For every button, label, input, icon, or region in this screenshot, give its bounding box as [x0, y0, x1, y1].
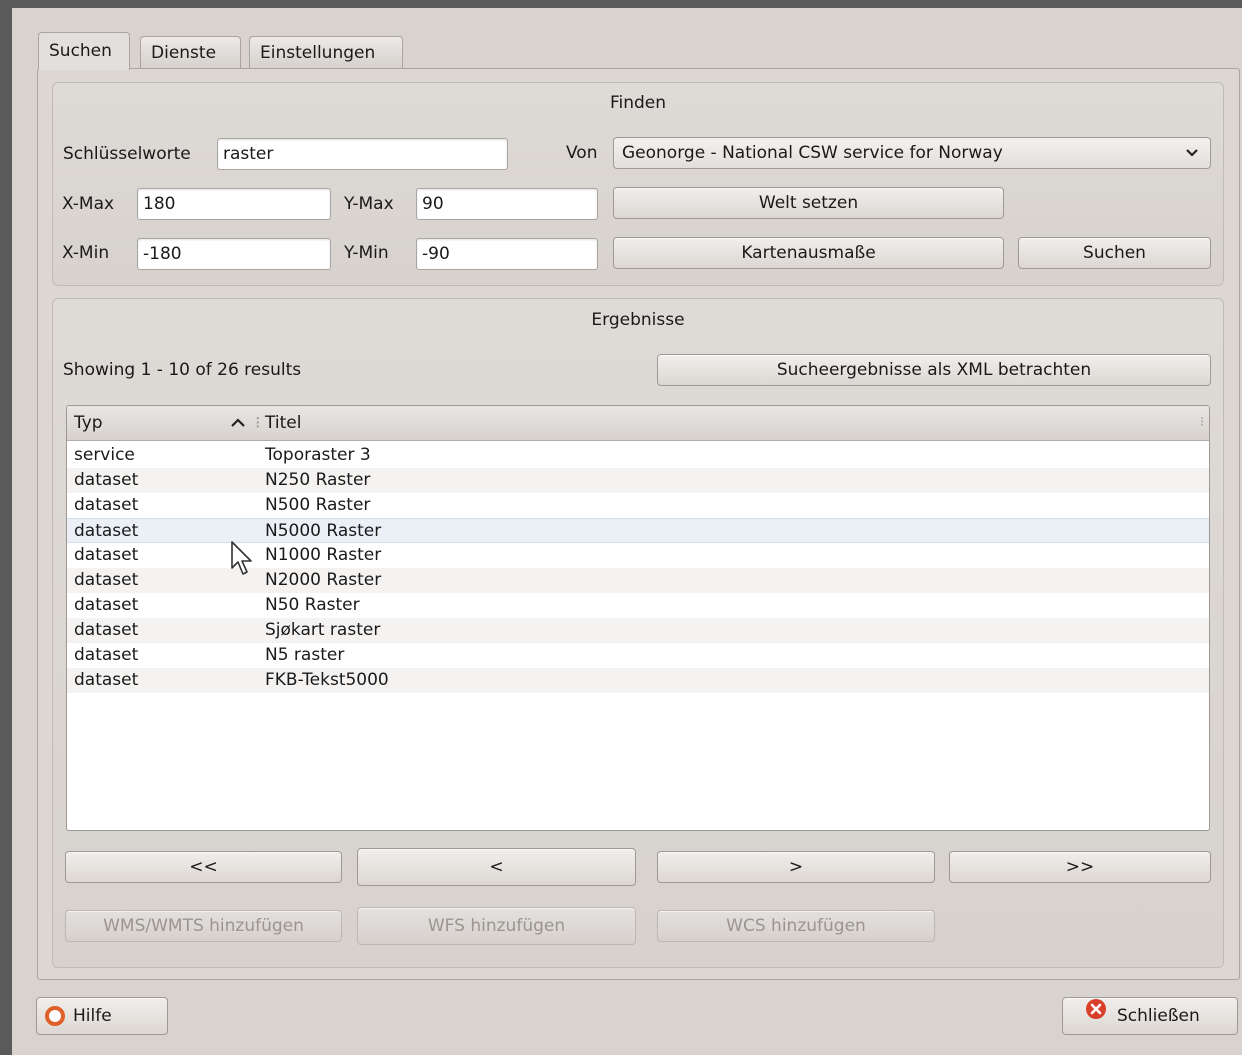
cell-titel: N2000 Raster — [265, 570, 382, 590]
column-separator-icon[interactable]: ⁝ — [255, 406, 260, 440]
cell-typ: dataset — [74, 570, 139, 590]
help-button[interactable]: Hilfe — [36, 997, 168, 1035]
xmin-label: X-Min — [62, 243, 110, 263]
results-summary: Showing 1 - 10 of 26 results — [63, 360, 302, 380]
xmax-input[interactable]: 180 — [137, 188, 331, 220]
catalog-service-value: Geonorge - National CSW service for Norw… — [622, 143, 1003, 163]
ymin-input[interactable]: -90 — [416, 238, 598, 270]
table-header: Typ ⁝ Titel ⁝ — [67, 406, 1209, 441]
ymax-label: Y-Max — [344, 194, 394, 214]
from-label: Von — [566, 143, 598, 163]
sort-ascending-icon — [229, 406, 247, 440]
ymin-label: Y-Min — [344, 243, 389, 263]
view-xml-button[interactable]: Sucheergebnisse als XML betrachten — [657, 354, 1211, 386]
add-wcs-button[interactable]: WCS hinzufügen — [657, 910, 935, 942]
cell-typ: dataset — [74, 545, 139, 565]
search-button[interactable]: Suchen — [1018, 237, 1211, 269]
mouse-cursor-icon — [229, 540, 255, 585]
table-row[interactable]: dataset N500 Raster — [67, 493, 1209, 518]
cell-typ: service — [74, 445, 135, 465]
table-row[interactable]: dataset N250 Raster — [67, 468, 1209, 493]
table-row[interactable]: service Toporaster 3 — [67, 443, 1209, 468]
tab-search[interactable]: Suchen — [38, 32, 130, 70]
set-world-button[interactable]: Welt setzen — [613, 187, 1004, 219]
cell-titel: N500 Raster — [265, 495, 371, 515]
last-page-button[interactable]: >> — [949, 851, 1211, 883]
cell-typ: dataset — [74, 645, 139, 665]
column-separator-icon: ⁝ — [1200, 415, 1205, 430]
table-row[interactable]: dataset Sjøkart raster — [67, 618, 1209, 643]
cell-typ: dataset — [74, 470, 139, 490]
map-extent-button[interactable]: Kartenausmaße — [613, 237, 1004, 269]
cell-typ: dataset — [74, 495, 139, 515]
close-button-label: Schließen — [1117, 1006, 1200, 1026]
cell-titel: N50 Raster — [265, 595, 360, 615]
help-button-label: Hilfe — [73, 1006, 112, 1026]
add-wfs-button[interactable]: WFS hinzufügen — [357, 907, 636, 945]
find-group-title: Finden — [609, 93, 667, 113]
close-icon — [1085, 997, 1107, 1033]
column-header-titel[interactable]: Titel — [265, 406, 301, 440]
results-table: Typ ⁝ Titel ⁝ service Toporaster 3 datas… — [66, 405, 1210, 831]
table-row[interactable]: dataset FKB-Tekst5000 — [67, 668, 1209, 693]
tab-services[interactable]: Dienste — [140, 36, 241, 68]
cell-titel: FKB-Tekst5000 — [265, 670, 389, 690]
keywords-input[interactable]: raster — [217, 138, 508, 170]
table-row[interactable]: dataset N50 Raster — [67, 593, 1209, 618]
previous-page-button[interactable]: < — [357, 848, 636, 886]
lifebuoy-icon — [45, 1006, 65, 1026]
cell-titel: Toporaster 3 — [265, 445, 371, 465]
keywords-label: Schlüsselworte — [63, 144, 191, 164]
catalog-service-select[interactable]: Geonorge - National CSW service for Norw… — [613, 137, 1211, 169]
column-header-typ[interactable]: Typ — [74, 406, 103, 440]
tab-settings[interactable]: Einstellungen — [249, 36, 403, 68]
cell-typ: dataset — [74, 595, 139, 615]
next-page-button[interactable]: > — [657, 851, 935, 883]
cell-titel: N1000 Raster — [265, 545, 382, 565]
close-button[interactable]: Schließen — [1062, 997, 1238, 1035]
cell-titel: Sjøkart raster — [265, 620, 381, 640]
xmax-label: X-Max — [62, 194, 115, 214]
cell-titel: N250 Raster — [265, 470, 371, 490]
cell-typ: dataset — [74, 620, 139, 640]
results-group-title: Ergebnisse — [591, 310, 685, 330]
cell-typ: dataset — [74, 521, 139, 541]
cell-typ: dataset — [74, 670, 139, 690]
chevron-down-icon — [1184, 138, 1200, 178]
cell-titel: N5 raster — [265, 645, 345, 665]
add-wms-button[interactable]: WMS/WMTS hinzufügen — [65, 910, 342, 942]
ymax-input[interactable]: 90 — [416, 188, 598, 220]
table-row[interactable]: dataset N5 raster — [67, 643, 1209, 668]
first-page-button[interactable]: << — [65, 851, 342, 883]
xmin-input[interactable]: -180 — [137, 238, 331, 270]
cell-titel: N5000 Raster — [265, 521, 382, 541]
